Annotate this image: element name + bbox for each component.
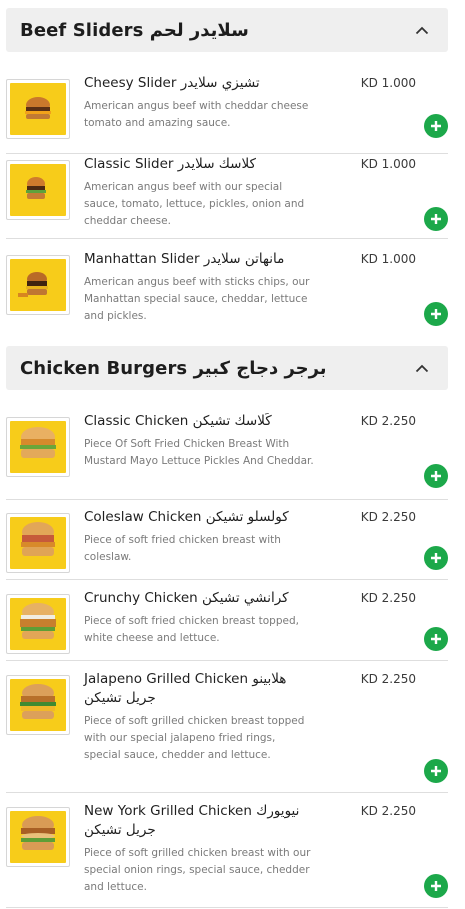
plus-icon	[431, 766, 441, 776]
menu-item-cheesy-slider[interactable]: Cheesy Slider تشيزي سلايدر American angu…	[6, 74, 448, 154]
item-price: KD 1.000	[360, 76, 416, 90]
add-to-cart-button[interactable]	[424, 302, 448, 326]
item-description: American angus beef with our special sau…	[84, 181, 305, 227]
chevron-up-icon[interactable]	[412, 360, 432, 376]
item-description: Piece of soft grilled chicken breast wit…	[84, 847, 311, 893]
add-to-cart-button[interactable]	[424, 546, 448, 570]
menu-item-manhattan-slider[interactable]: Manhattan Slider مانهاتن سلايدر American…	[6, 250, 448, 336]
item-name: Classic Slider كلاسك سلايدر	[84, 156, 256, 172]
item-thumbnail[interactable]	[6, 417, 70, 477]
burger-image	[20, 684, 56, 719]
item-thumbnail[interactable]	[6, 513, 70, 573]
add-to-cart-button[interactable]	[424, 207, 448, 231]
item-price: KD 2.250	[360, 510, 416, 524]
section-header-beef-sliders[interactable]: Beef Sliders سلايدر لحم	[6, 8, 448, 52]
burger-image	[25, 97, 51, 119]
item-name: Manhattan Slider مانهاتن سلايدر	[84, 251, 285, 267]
section-title: Chicken Burgers برجر دجاج كبير	[20, 357, 327, 379]
chevron-up-icon[interactable]	[412, 22, 432, 38]
menu-item-classic-slider[interactable]: Classic Slider كلاسك سلايدر American ang…	[6, 155, 448, 239]
item-thumbnail[interactable]	[6, 79, 70, 139]
item-thumbnail[interactable]	[6, 255, 70, 315]
item-description: Piece of soft fried chicken breast toppe…	[84, 615, 299, 644]
section-title: Beef Sliders سلايدر لحم	[20, 19, 249, 41]
item-name: New York Grilled Chicken نيويورك جريل تش…	[84, 803, 300, 838]
plus-icon	[431, 634, 441, 644]
plus-icon	[431, 121, 441, 131]
item-thumbnail[interactable]	[6, 807, 70, 867]
menu-item-jalapeno-grilled-chicken[interactable]: Jalapeno Grilled Chicken هلابينو جريل تش…	[6, 670, 448, 793]
add-to-cart-button[interactable]	[424, 627, 448, 651]
item-name: Cheesy Slider تشيزي سلايدر	[84, 75, 260, 91]
burger-image	[20, 427, 56, 458]
item-description: American angus beef with sticks chips, o…	[84, 276, 310, 322]
plus-icon	[431, 309, 441, 319]
burger-image	[20, 603, 56, 639]
burger-image	[21, 816, 55, 850]
plus-icon	[431, 471, 441, 481]
item-name: Coleslaw Chicken كولسلو تشيكن	[84, 509, 289, 525]
menu-page: Beef Sliders سلايدر لحم Cheesy Slider تش…	[0, 0, 465, 909]
item-price: KD 1.000	[360, 157, 416, 171]
item-price: KD 1.000	[360, 252, 416, 266]
burger-image	[21, 522, 55, 556]
item-description: Piece of soft grilled chicken breast top…	[84, 715, 305, 761]
add-to-cart-button[interactable]	[424, 114, 448, 138]
burger-image	[26, 177, 46, 199]
section-header-chicken-burgers[interactable]: Chicken Burgers برجر دجاج كبير	[6, 346, 448, 390]
item-name: Jalapeno Grilled Chicken هلابينو جريل تش…	[84, 671, 287, 706]
add-to-cart-button[interactable]	[424, 759, 448, 783]
item-thumbnail[interactable]	[6, 594, 70, 654]
item-thumbnail[interactable]	[6, 160, 70, 220]
menu-item-crunchy-chicken[interactable]: Crunchy Chicken كرانشي تشيكن Piece of so…	[6, 589, 448, 661]
item-name: Classic Chicken كَلاسك تشيكن	[84, 413, 272, 429]
plus-icon	[431, 553, 441, 563]
item-description: Piece of soft fried chicken breast with …	[84, 534, 281, 563]
item-price: KD 2.250	[360, 414, 416, 428]
item-thumbnail[interactable]	[6, 675, 70, 735]
menu-item-coleslaw-chicken[interactable]: Coleslaw Chicken كولسلو تشيكن Piece of s…	[6, 508, 448, 580]
menu-item-classic-chicken[interactable]: Classic Chicken كَلاسك تشيكن Piece Of So…	[6, 412, 448, 500]
item-price: KD 2.250	[360, 804, 416, 818]
plus-icon	[431, 214, 441, 224]
item-price: KD 2.250	[360, 591, 416, 605]
menu-item-new-york-grilled-chicken[interactable]: New York Grilled Chicken نيويورك جريل تش…	[6, 802, 448, 908]
add-to-cart-button[interactable]	[424, 464, 448, 488]
plus-icon	[431, 881, 441, 891]
item-name: Crunchy Chicken كرانشي تشيكن	[84, 590, 289, 606]
burger-image	[18, 272, 48, 297]
item-description: American angus beef with cheddar cheese …	[84, 100, 309, 129]
item-price: KD 2.250	[360, 672, 416, 686]
add-to-cart-button[interactable]	[424, 874, 448, 898]
item-description: Piece Of Soft Fried Chicken Breast With …	[84, 438, 314, 467]
